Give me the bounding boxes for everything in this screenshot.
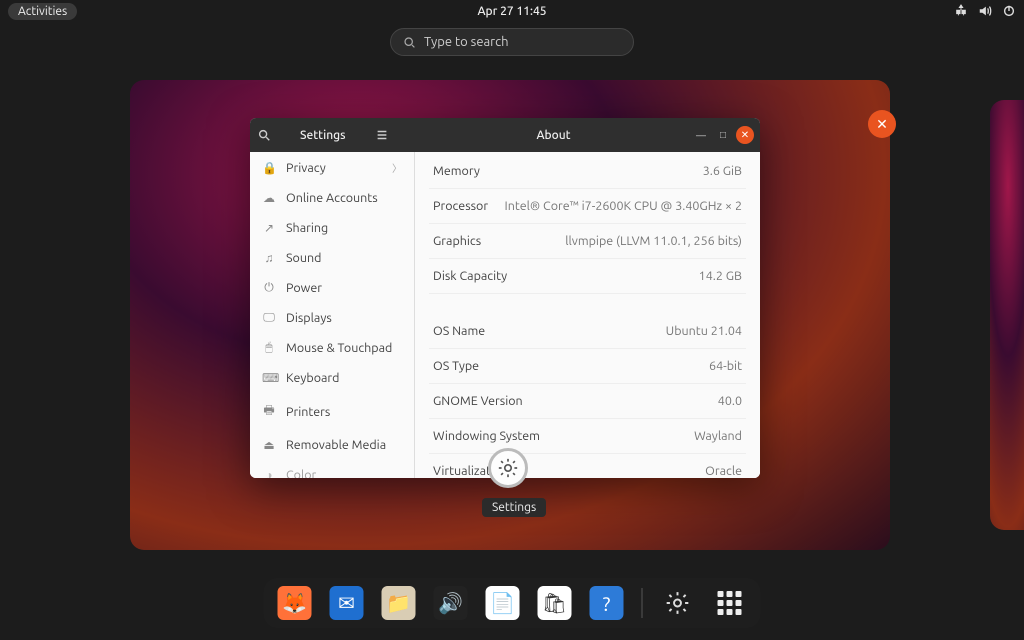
sidebar-item-label: Sound bbox=[286, 251, 321, 265]
window-close-overlay[interactable]: ✕ bbox=[868, 110, 896, 138]
sidebar-icon: ↗ bbox=[262, 221, 276, 235]
hamburger-menu[interactable] bbox=[368, 118, 396, 152]
dock-show-apps[interactable] bbox=[713, 586, 747, 620]
sidebar-item-label: Keyboard bbox=[286, 371, 339, 385]
about-value: llvmpipe (LLVM 11.0.1, 256 bits) bbox=[565, 234, 742, 248]
sidebar-icon: ◑ bbox=[262, 468, 276, 478]
dock-settings[interactable] bbox=[661, 586, 695, 620]
sidebar-item-sound[interactable]: ♫ Sound bbox=[250, 243, 414, 273]
sidebar-title: Settings bbox=[278, 129, 368, 142]
search-icon bbox=[403, 36, 416, 49]
sidebar-item-label: Power bbox=[286, 281, 322, 295]
about-value: Oracle bbox=[705, 464, 742, 478]
about-label: OS Type bbox=[433, 359, 479, 373]
clock[interactable]: Apr 27 11:45 bbox=[477, 5, 546, 18]
sidebar-icon: ⏏ bbox=[262, 438, 276, 452]
search-button[interactable] bbox=[250, 118, 278, 152]
dock-software[interactable]: 🛍 bbox=[538, 586, 572, 620]
sidebar-item-color[interactable]: ◑ Color bbox=[250, 460, 414, 478]
about-row: Windowing System Wayland bbox=[429, 419, 746, 454]
dock-thunderbird[interactable]: ✉ bbox=[330, 586, 364, 620]
about-label: Graphics bbox=[433, 234, 481, 248]
search-placeholder: Type to search bbox=[424, 35, 509, 49]
titlebar: Settings About ― □ ✕ bbox=[250, 118, 760, 152]
about-value: 40.0 bbox=[718, 394, 742, 408]
about-value: 3.6 GiB bbox=[703, 164, 742, 178]
about-row: Processor Intel® Core™ i7-2600K CPU @ 3.4… bbox=[429, 189, 746, 224]
about-label: OS Name bbox=[433, 324, 485, 338]
sidebar-item-power[interactable]: ⏻ Power bbox=[250, 273, 414, 303]
power-icon[interactable] bbox=[1002, 4, 1016, 18]
sidebar-item-label: Color bbox=[286, 468, 316, 478]
dock-separator bbox=[642, 588, 643, 618]
sidebar-item-removable-media[interactable]: ⏏ Removable Media bbox=[250, 430, 414, 460]
sidebar-item-label: Online Accounts bbox=[286, 191, 378, 205]
about-panel: Memory 3.6 GiB Processor Intel® Core™ i7-26… bbox=[415, 152, 760, 478]
sidebar-icon: 🖱 bbox=[262, 341, 276, 355]
dock-firefox[interactable]: 🦊 bbox=[278, 586, 312, 620]
chevron-right-icon: 〉 bbox=[392, 160, 402, 175]
about-row: OS Name Ubuntu 21.04 bbox=[429, 314, 746, 349]
sidebar-item-label: Privacy bbox=[286, 161, 326, 175]
sidebar-item-label: Printers bbox=[286, 405, 330, 419]
about-label: Windowing System bbox=[433, 429, 540, 443]
about-value: 14.2 GB bbox=[699, 269, 742, 283]
sidebar-icon: 🖵 bbox=[262, 311, 276, 325]
about-label: Disk Capacity bbox=[433, 269, 507, 283]
app-icon-label: Settings bbox=[482, 498, 546, 517]
maximize-button[interactable]: □ bbox=[714, 126, 732, 144]
sidebar-icon: 🖶 bbox=[262, 401, 276, 422]
minimize-button[interactable]: ― bbox=[692, 126, 710, 144]
settings-window: Settings About ― □ ✕ 🔒 Privacy 〉 ☁ Online Ac… bbox=[250, 118, 760, 478]
dock-libreoffice[interactable]: 📄 bbox=[486, 586, 520, 620]
sidebar-item-label: Sharing bbox=[286, 221, 328, 235]
top-bar: Activities Apr 27 11:45 bbox=[0, 0, 1024, 22]
about-value: Intel® Core™ i7-2600K CPU @ 3.40GHz × 2 bbox=[505, 199, 743, 213]
sidebar-item-sharing[interactable]: ↗ Sharing bbox=[250, 213, 414, 243]
about-label: Processor bbox=[433, 199, 488, 213]
sidebar-icon: ♫ bbox=[262, 251, 276, 265]
about-value: Wayland bbox=[694, 429, 742, 443]
dock-files[interactable]: 📁 bbox=[382, 586, 416, 620]
about-label: GNOME Version bbox=[433, 394, 523, 408]
sidebar-item-privacy[interactable]: 🔒 Privacy 〉 bbox=[250, 152, 414, 183]
close-button[interactable]: ✕ bbox=[736, 126, 754, 144]
overview-search[interactable]: Type to search bbox=[390, 28, 634, 56]
settings-sidebar: 🔒 Privacy 〉 ☁ Online Accounts ↗ Sharing ♫ Sound ⏻… bbox=[250, 152, 415, 478]
about-row: Disk Capacity 14.2 GB bbox=[429, 259, 746, 294]
activities-button[interactable]: Activities bbox=[8, 3, 77, 20]
about-label: Memory bbox=[433, 164, 480, 178]
sidebar-item-label: Removable Media bbox=[286, 438, 386, 452]
sidebar-item-printers[interactable]: 🖶 Printers bbox=[250, 393, 414, 430]
app-icon-settings[interactable] bbox=[488, 448, 528, 488]
network-icon[interactable] bbox=[954, 4, 968, 18]
volume-icon[interactable] bbox=[978, 4, 992, 18]
about-row: Memory 3.6 GiB bbox=[429, 154, 746, 189]
sidebar-icon: ☁ bbox=[262, 191, 276, 205]
about-row: OS Type 64-bit bbox=[429, 349, 746, 384]
sidebar-item-displays[interactable]: 🖵 Displays bbox=[250, 303, 414, 333]
workspace-preview-next[interactable] bbox=[990, 100, 1024, 530]
sidebar-item-online-accounts[interactable]: ☁ Online Accounts bbox=[250, 183, 414, 213]
sidebar-item-mouse-touchpad[interactable]: 🖱 Mouse & Touchpad bbox=[250, 333, 414, 363]
sidebar-icon: 🔒 bbox=[262, 161, 276, 175]
about-row: Graphics llvmpipe (LLVM 11.0.1, 256 bits) bbox=[429, 224, 746, 259]
system-tray[interactable] bbox=[954, 4, 1016, 18]
sidebar-item-label: Displays bbox=[286, 311, 332, 325]
dock-rhythmbox[interactable]: 🔊 bbox=[434, 586, 468, 620]
content-title: About bbox=[415, 129, 692, 142]
about-row: VirtualizationOracle bbox=[429, 454, 746, 478]
about-value: 64-bit bbox=[709, 359, 742, 373]
dock: 🦊 ✉ 📁 🔊 📄 🛍? bbox=[264, 578, 761, 628]
about-value: Ubuntu 21.04 bbox=[666, 324, 742, 338]
sidebar-icon: ⌨ bbox=[262, 371, 276, 385]
dock-help[interactable]: ? bbox=[590, 586, 624, 620]
sidebar-item-keyboard[interactable]: ⌨ Keyboard bbox=[250, 363, 414, 393]
sidebar-item-label: Mouse & Touchpad bbox=[286, 341, 392, 355]
sidebar-icon: ⏻ bbox=[262, 281, 276, 295]
about-row: GNOME Version 40.0 bbox=[429, 384, 746, 419]
